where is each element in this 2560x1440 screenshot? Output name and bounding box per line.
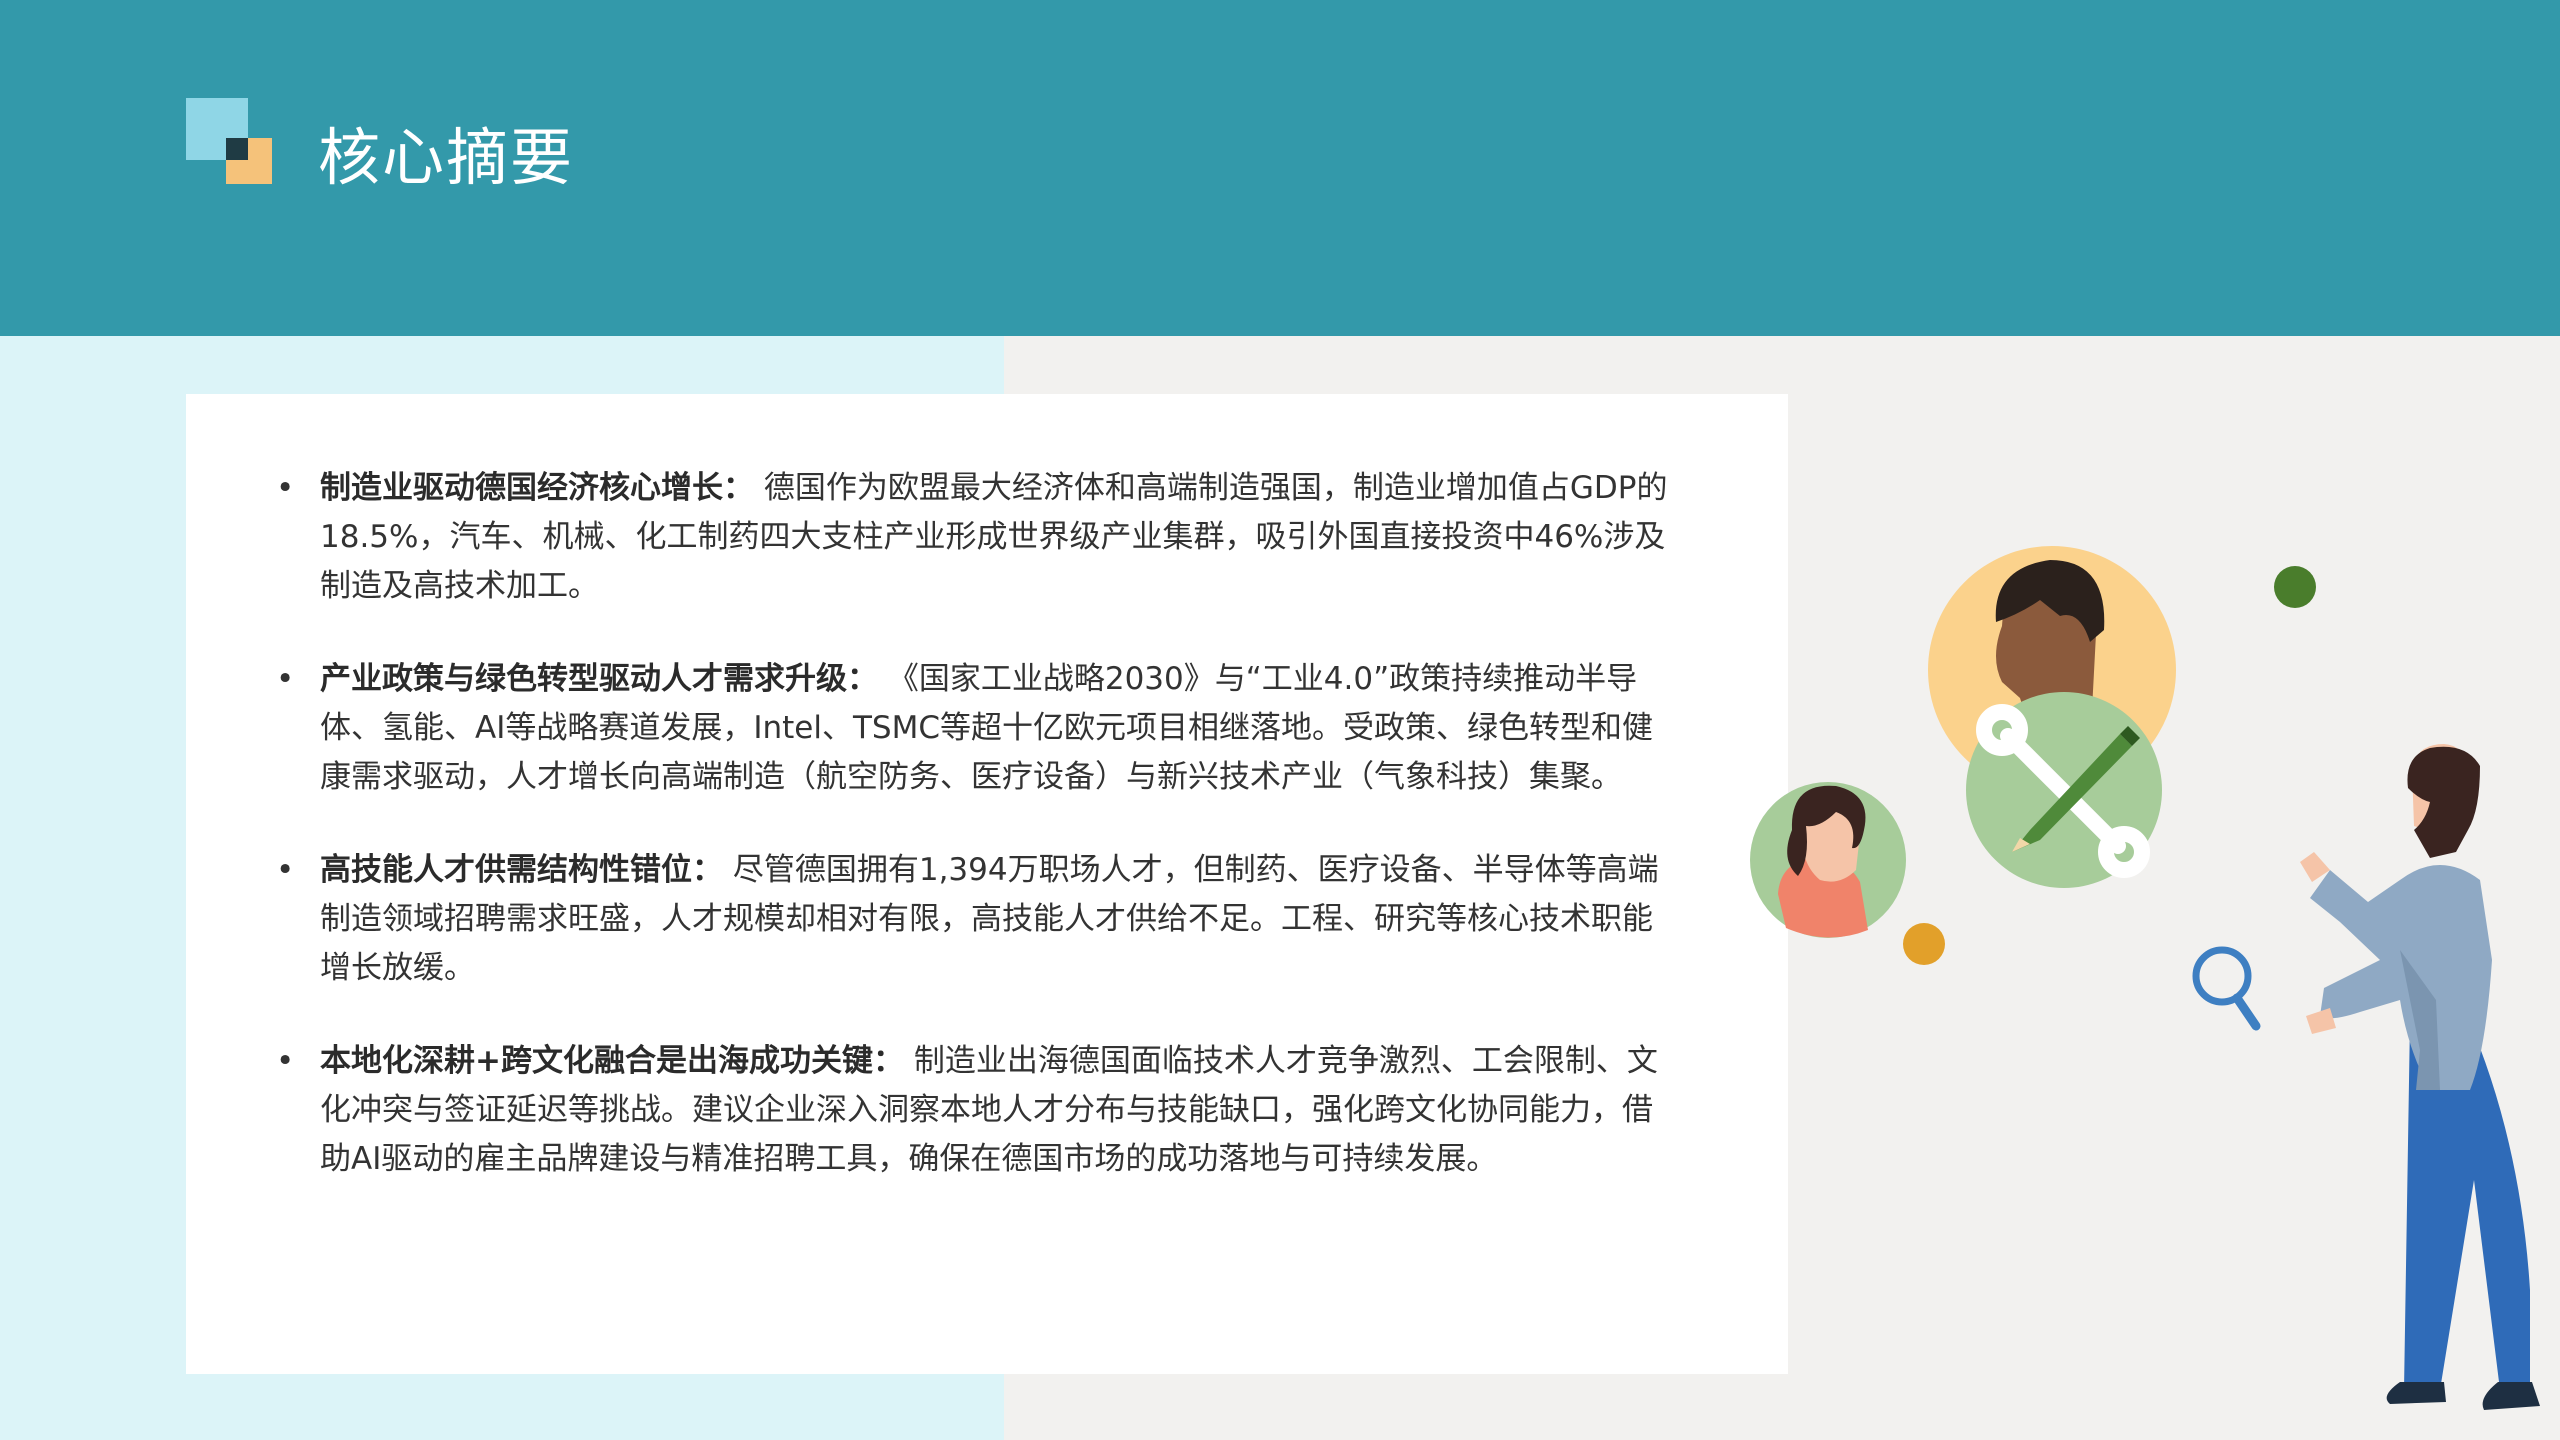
logo-squares-icon — [186, 98, 276, 186]
bullet-icon: • — [276, 852, 295, 888]
summary-item-heading: 本地化深耕+跨文化融合是出海成功关键： — [320, 1043, 904, 1079]
bullet-icon: • — [276, 1043, 295, 1079]
bullet-icon: • — [276, 661, 295, 697]
summary-item-manufacturing: • 制造业驱动德国经济核心增长： 德国作为欧盟最大经济体和高端制造强国，制造业增加… — [276, 464, 1676, 611]
green-dot-icon — [2274, 566, 2316, 608]
woman-avatar-icon — [1750, 782, 1906, 938]
summary-item-localization: • 本地化深耕+跨文化融合是出海成功关键： 制造业出海德国面临技术人才竞争激烈、工… — [276, 1037, 1676, 1184]
summary-card: • 制造业驱动德国经济核心增长： 德国作为欧盟最大经济体和高端制造强国，制造业增加… — [186, 394, 1788, 1374]
summary-item-heading: 制造业驱动德国经济核心增长： — [320, 470, 754, 506]
magnifier-icon — [2192, 946, 2261, 1031]
page-title: 核心摘要 — [318, 121, 575, 194]
summary-item-heading: 产业政策与绿色转型驱动人才需求升级： — [320, 661, 878, 697]
bullet-icon: • — [276, 470, 295, 506]
summary-item-policy: • 产业政策与绿色转型驱动人才需求升级： 《国家工业战略2030》与“工业4.0”… — [276, 655, 1676, 802]
header-banner: 核心摘要 — [0, 0, 2560, 336]
summary-list: • 制造业驱动德国经济核心增长： 德国作为欧盟最大经济体和高端制造强国，制造业增加… — [276, 464, 1676, 1228]
summary-item-heading: 高技能人才供需结构性错位： — [320, 852, 723, 888]
orange-dot-icon — [1903, 923, 1945, 965]
wrench-pencil-icon — [1966, 692, 2162, 888]
person-figure-icon — [2300, 744, 2540, 1410]
summary-item-talent-gap: • 高技能人才供需结构性错位： 尽管德国拥有1,394万职场人才，但制药、医疗设备… — [276, 846, 1676, 993]
talent-illustration — [1750, 546, 2540, 1410]
